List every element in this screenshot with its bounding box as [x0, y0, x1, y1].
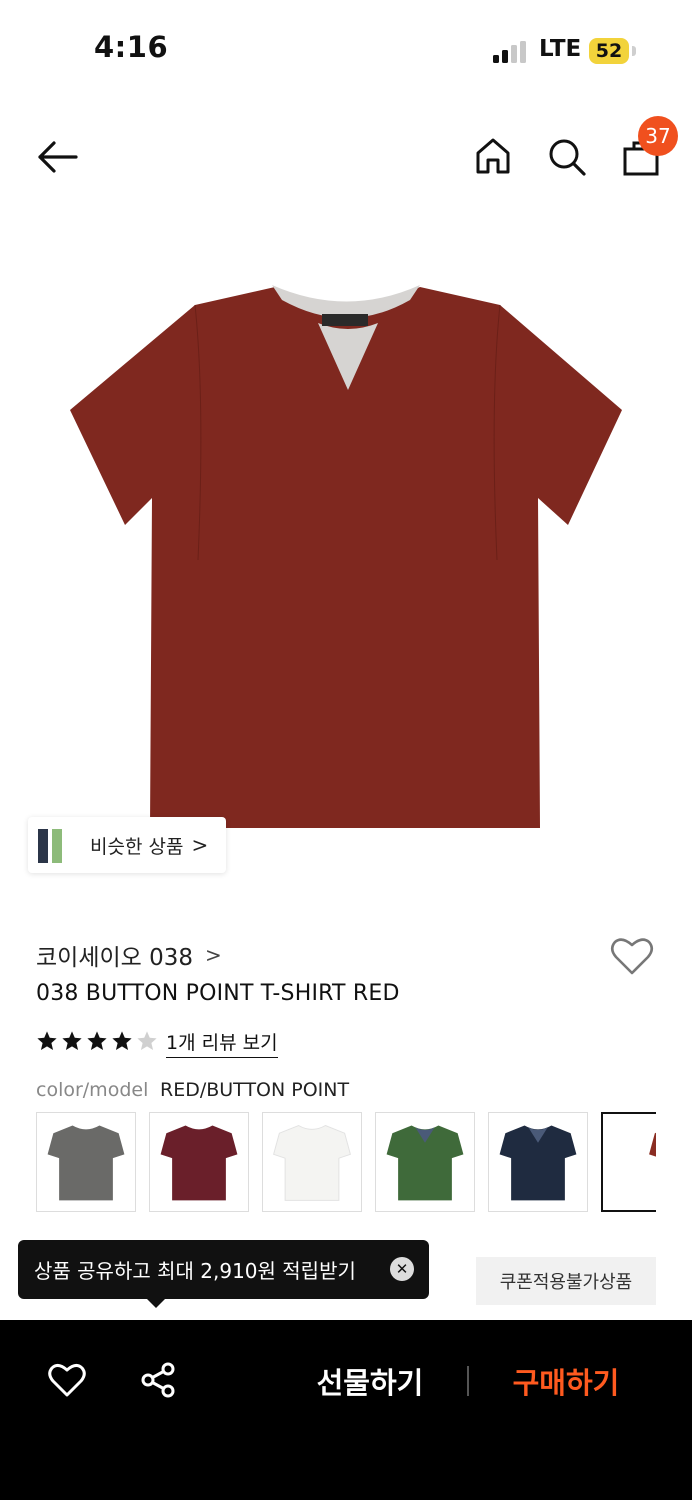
star-filled-icon: [112, 1031, 132, 1050]
tooltip-tail: [146, 1298, 166, 1308]
tshirt-thumbnail-icon: [649, 1132, 656, 1157]
status-time: 4:16: [94, 30, 169, 64]
home-icon[interactable]: [474, 137, 512, 175]
tshirt-thumbnail-icon: [47, 1125, 125, 1201]
signal-icon: [493, 41, 526, 63]
search-icon[interactable]: [547, 137, 587, 177]
tshirt-thumbnail-icon: [160, 1125, 238, 1201]
buy-button[interactable]: 구매하기: [496, 1358, 636, 1404]
star-filled-icon: [62, 1031, 82, 1050]
star-empty-icon: [137, 1031, 157, 1050]
chevron-right-icon: >: [191, 833, 209, 857]
option-label: color/model: [36, 1079, 149, 1101]
back-arrow-icon[interactable]: [36, 140, 78, 174]
color-swatch-gray[interactable]: [36, 1112, 136, 1212]
battery-tip: [632, 46, 636, 56]
option-value: RED/BUTTON POINT: [160, 1079, 350, 1101]
color-swatch-red[interactable]: [601, 1112, 656, 1212]
brand-link[interactable]: 코이세이오 038 >: [36, 938, 222, 972]
chevron-right-icon: >: [205, 943, 222, 967]
wishlist-heart-icon[interactable]: [610, 936, 654, 976]
bottom-action-bar: 선물하기 구매하기: [0, 1320, 692, 1500]
tshirt-thumbnail-icon: [499, 1125, 577, 1201]
review-link[interactable]: 1개 리뷰 보기: [166, 1028, 278, 1058]
product-title: 038 BUTTON POINT T-SHIRT RED: [36, 981, 400, 1006]
rating-stars: [36, 1030, 158, 1052]
network-label: LTE: [539, 36, 582, 62]
battery-icon: 52: [589, 38, 629, 64]
color-swatch-white[interactable]: [262, 1112, 362, 1212]
heart-icon[interactable]: [48, 1362, 86, 1398]
tshirt-thumbnail-icon: [386, 1125, 464, 1201]
color-swatch-list: [36, 1112, 656, 1214]
product-detail-page: 4:16 LTE 52 37 비슷한 상품 > 코이세이오 038 > 038 …: [0, 0, 692, 1500]
tooltip-text: 상품 공유하고 최대 2,910원 적립받기: [34, 1259, 356, 1283]
tshirt-thumbnail-icon: [273, 1124, 351, 1201]
close-icon[interactable]: ✕: [390, 1257, 414, 1281]
share-reward-tooltip: 상품 공유하고 최대 2,910원 적립받기 ✕: [18, 1240, 429, 1299]
brand-name: 코이세이오 038: [36, 945, 194, 971]
battery-level: 52: [595, 40, 623, 62]
divider: [467, 1366, 469, 1396]
cart-count-badge: 37: [638, 116, 678, 156]
color-swatch-burgundy[interactable]: [149, 1112, 249, 1212]
similar-product-thumbnail: [38, 829, 62, 863]
gift-button[interactable]: 선물하기: [300, 1358, 440, 1404]
star-filled-icon: [37, 1031, 57, 1050]
color-swatch-green[interactable]: [375, 1112, 475, 1212]
similar-products-button[interactable]: 비슷한 상품 >: [28, 817, 226, 873]
similar-products-label: 비슷한 상품: [90, 835, 184, 858]
color-swatch-navy[interactable]: [488, 1112, 588, 1212]
product-image[interactable]: [0, 230, 692, 870]
star-filled-icon: [87, 1031, 107, 1050]
share-icon[interactable]: [140, 1362, 176, 1398]
coupon-not-applicable-badge: 쿠폰적용불가상품: [476, 1257, 656, 1305]
